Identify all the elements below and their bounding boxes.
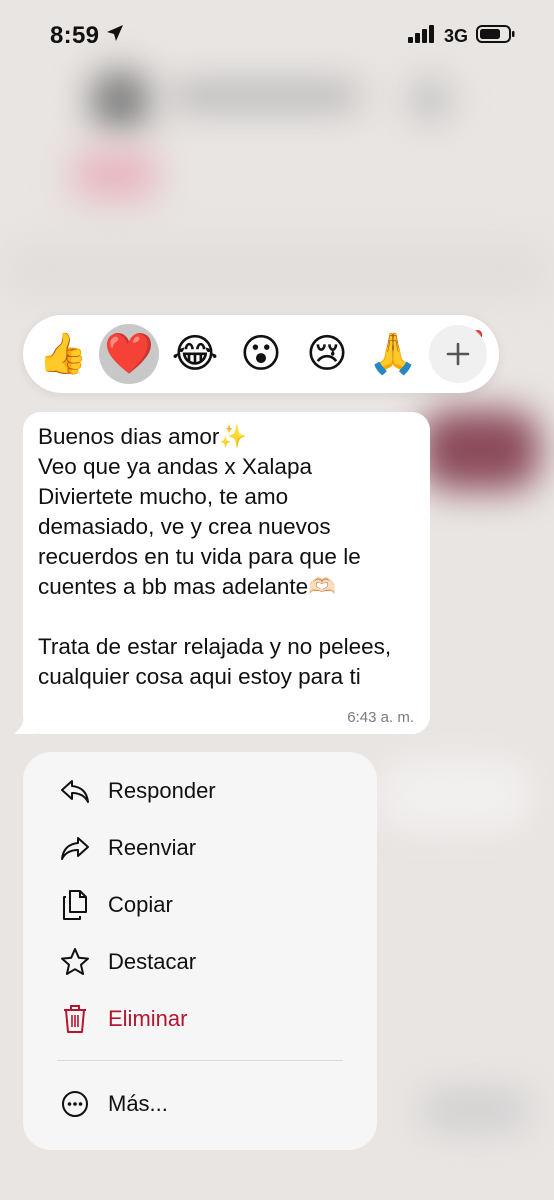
reaction-folded-hands[interactable]: 🙏 (363, 324, 423, 384)
status-bar: 8:59 3G (0, 0, 554, 72)
message-line: demasiado, ve y crea nuevos (38, 514, 331, 539)
message-text: Buenos dias amor✨ Veo que ya andas x Xala… (38, 422, 414, 692)
reaction-tears-of-joy[interactable]: 😂 (165, 324, 225, 384)
message-line: cuentes a bb mas adelante🫶🏻 (38, 574, 337, 599)
forward-icon (59, 832, 91, 864)
message-line: recuerdos en tu vida para que le (38, 544, 361, 569)
menu-star-label: Destacar (108, 948, 197, 974)
more-ellipsis-icon (59, 1088, 91, 1120)
menu-reply-label: Responder (108, 777, 216, 803)
bubble-tail (14, 700, 36, 734)
message-line: cualquier cosa aqui estoy para ti (38, 664, 361, 689)
status-indicators: 3G (407, 24, 516, 49)
menu-forward-label: Reenviar (108, 834, 197, 860)
reaction-bar: 👍❤️😂😮😢🙏🥰 (23, 315, 499, 393)
plus-icon (446, 342, 470, 366)
message-time: 6:43 a. m. (347, 709, 414, 726)
menu-copy[interactable]: Copiar (23, 876, 377, 933)
message-bubble[interactable]: Buenos dias amor✨ Veo que ya andas x Xala… (23, 412, 430, 734)
message-context-menu: Responder Reenviar Copiar Destacar Elimi… (23, 752, 377, 1150)
message-line: Diviertete mucho, te amo (38, 484, 289, 509)
reaction-surprised[interactable]: 😮 (231, 324, 291, 384)
menu-more[interactable]: Más... (23, 1075, 377, 1132)
battery-icon (476, 24, 516, 49)
status-time: 8:59 (50, 22, 125, 50)
location-arrow-icon (105, 22, 125, 50)
menu-star[interactable]: Destacar (23, 933, 377, 990)
reply-icon (59, 775, 91, 807)
network-type: 3G (443, 25, 468, 46)
reaction-thumbs-up[interactable]: 👍 (33, 324, 93, 384)
message-line: Veo que ya andas x Xalapa (38, 454, 312, 479)
menu-delete[interactable]: Eliminar (23, 990, 377, 1047)
signal-icon (407, 24, 436, 48)
menu-copy-label: Copiar (108, 891, 173, 917)
clock-text: 8:59 (50, 22, 100, 49)
menu-forward[interactable]: Reenviar (23, 819, 377, 876)
message-line: Buenos dias amor✨ (38, 424, 248, 449)
menu-more-label: Más... (108, 1090, 168, 1116)
trash-icon (59, 1003, 91, 1035)
star-icon (59, 946, 91, 978)
add-reaction-button[interactable] (429, 325, 487, 383)
reaction-red-heart[interactable]: ❤️ (99, 324, 159, 384)
reaction-crying[interactable]: 😢 (297, 324, 357, 384)
menu-divider (57, 1060, 343, 1061)
menu-delete-label: Eliminar (108, 1005, 188, 1031)
menu-reply[interactable]: Responder (23, 762, 377, 819)
message-line: Trata de estar relajada y no pelees, (38, 634, 392, 659)
message-paragraph-gap (38, 602, 414, 632)
copy-icon (59, 889, 91, 921)
